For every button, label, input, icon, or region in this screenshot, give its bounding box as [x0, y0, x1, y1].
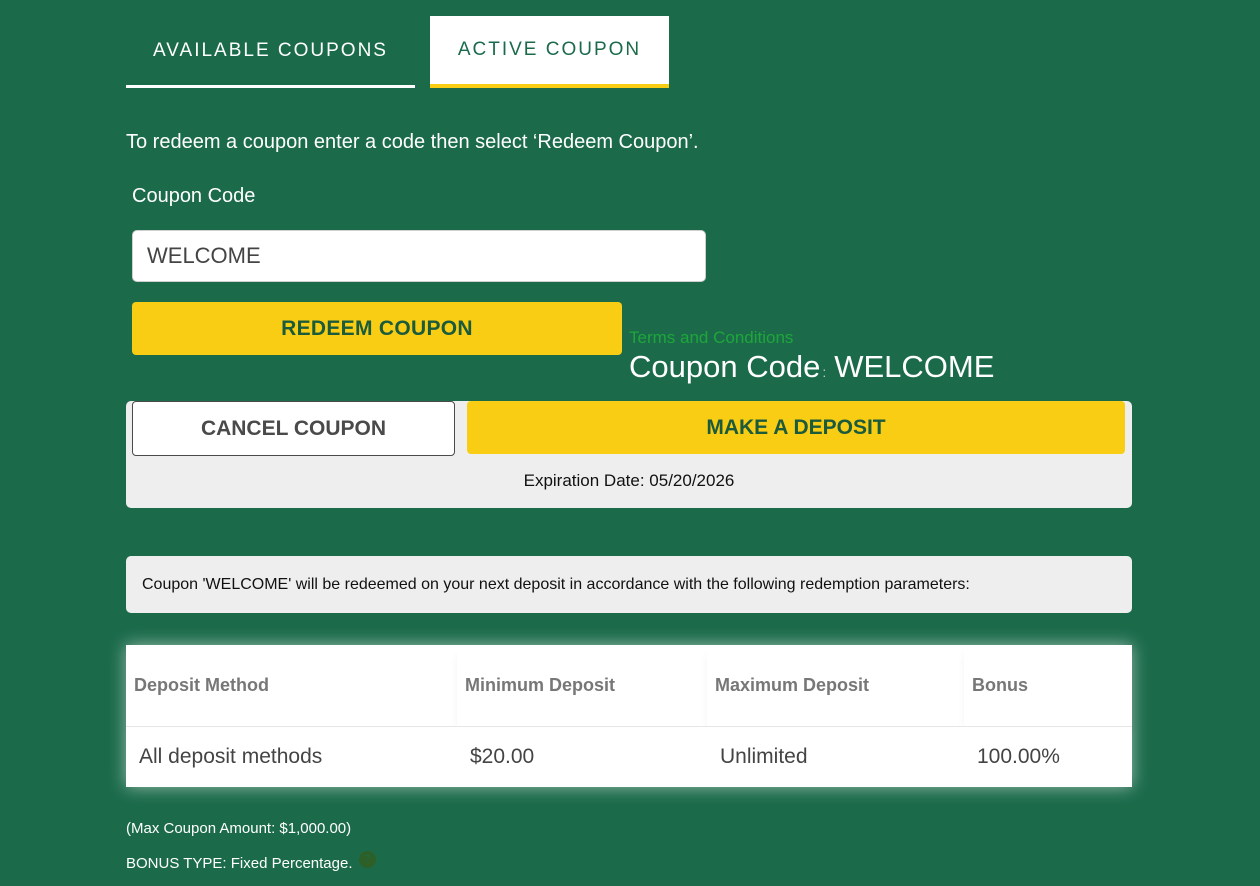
tab-active-coupon[interactable]: ACTIVE COUPON [430, 16, 669, 88]
tab-available-coupons[interactable]: AVAILABLE COUPONS [126, 16, 415, 88]
cell-deposit-method: All deposit methods [126, 726, 457, 787]
cancel-coupon-button[interactable]: CANCEL COUPON [132, 401, 455, 456]
redeem-instructions: To redeem a coupon enter a code then sel… [126, 131, 699, 153]
bonus-type-row: BONUS TYPE: Fixed Percentage.? [126, 851, 376, 872]
coupon-code-input[interactable] [132, 230, 706, 282]
column-header-minimum-deposit: Minimum Deposit [457, 645, 707, 727]
expiration-date: Expiration Date: 05/20/2026 [523, 471, 735, 490]
max-coupon-amount: (Max Coupon Amount: $1,000.00) [126, 820, 352, 837]
table-row: All deposit methods $20.00 Unlimited 100… [126, 726, 1132, 787]
bonus-type: BONUS TYPE: Fixed Percentage. [126, 855, 353, 872]
active-coupon-card: CANCEL COUPON MAKE A DEPOSIT Expiration … [126, 401, 1132, 508]
terms-and-conditions-link[interactable]: Terms and Conditions [629, 328, 793, 348]
table-header-row: Deposit Method Minimum Deposit Maximum D… [126, 645, 1132, 727]
column-header-deposit-method: Deposit Method [126, 645, 457, 727]
make-deposit-button[interactable]: MAKE A DEPOSIT [467, 401, 1125, 454]
active-coupon-code-label: Coupon Code [629, 349, 821, 384]
coupon-code-label: Coupon Code [132, 185, 256, 207]
redeem-coupon-button[interactable]: REDEEM COUPON [132, 302, 622, 355]
info-icon[interactable]: ? [358, 851, 376, 868]
column-header-maximum-deposit: Maximum Deposit [707, 645, 964, 727]
cell-bonus: 100.00% [964, 726, 1132, 787]
active-coupon-code-value: WELCOME [834, 349, 995, 384]
cell-minimum-deposit: $20.00 [457, 726, 707, 787]
column-header-bonus: Bonus [964, 645, 1132, 727]
cell-maximum-deposit: Unlimited [707, 726, 964, 787]
active-coupon-code-separator: : [822, 364, 827, 380]
redemption-notice: Coupon 'WELCOME' will be redeemed on you… [126, 556, 1132, 613]
redemption-parameters-table: Deposit Method Minimum Deposit Maximum D… [126, 645, 1132, 787]
active-coupon-code: Coupon Code: WELCOME [629, 349, 994, 385]
